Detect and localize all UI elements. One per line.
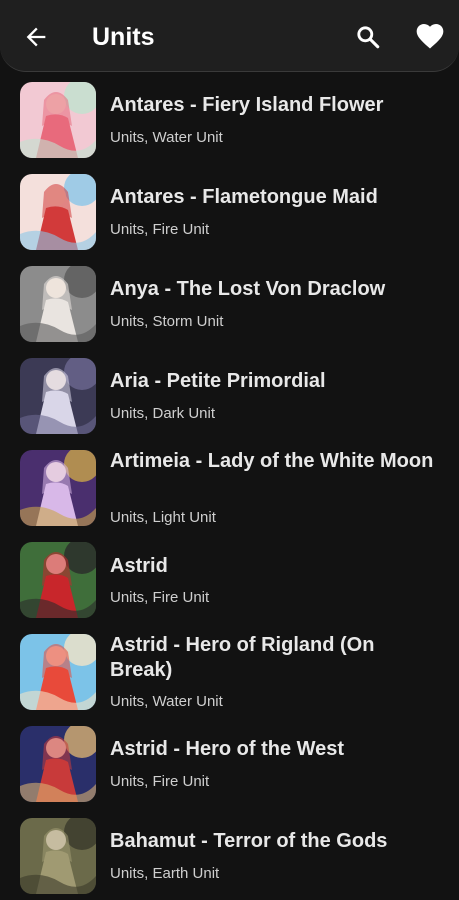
unit-name: Antares - Flametongue Maid [110,186,378,208]
unit-subtitle: Units, Fire Unit [110,773,210,790]
unit-thumbnail [20,174,96,250]
unit-subtitle: Units, Earth Unit [110,865,220,882]
unit-name: Artimeia - Lady of the White Moon [110,450,434,472]
unit-name: Antares - Fiery Island Flower [110,94,384,116]
unit-subtitle: Units, Fire Unit [110,221,210,238]
unit-subtitle: Units, Storm Unit [110,313,224,330]
unit-name: Astrid - Hero of Rigland (On Break) [110,634,375,681]
arrow-left-icon[interactable] [22,23,50,51]
unit-name: Bahamut - Terror of the Gods [110,830,388,852]
search-icon[interactable] [355,24,381,50]
unit-thumbnail [20,82,96,158]
unit-thumbnail [20,450,96,526]
unit-subtitle: Units, Light Unit [110,509,216,526]
unit-thumbnail [20,726,96,802]
unit-thumbnail [20,358,96,434]
unit-subtitle: Units, Water Unit [110,129,223,146]
unit-name: Anya - The Lost Von Draclow [110,278,386,300]
unit-subtitle: Units, Dark Unit [110,405,216,422]
unit-name: Astrid - Hero of the West [110,738,345,760]
unit-thumbnail [20,634,96,710]
app-bar: Units [0,0,459,72]
heart-icon[interactable] [414,20,446,52]
unit-subtitle: Units, Water Unit [110,693,223,710]
unit-thumbnail [20,818,96,894]
unit-thumbnail [20,266,96,342]
unit-thumbnail [20,542,96,618]
page-title: Units [92,23,155,51]
unit-name: Aria - Petite Primordial [110,370,326,392]
unit-name: Astrid [110,555,168,577]
unit-subtitle: Units, Fire Unit [110,589,210,606]
